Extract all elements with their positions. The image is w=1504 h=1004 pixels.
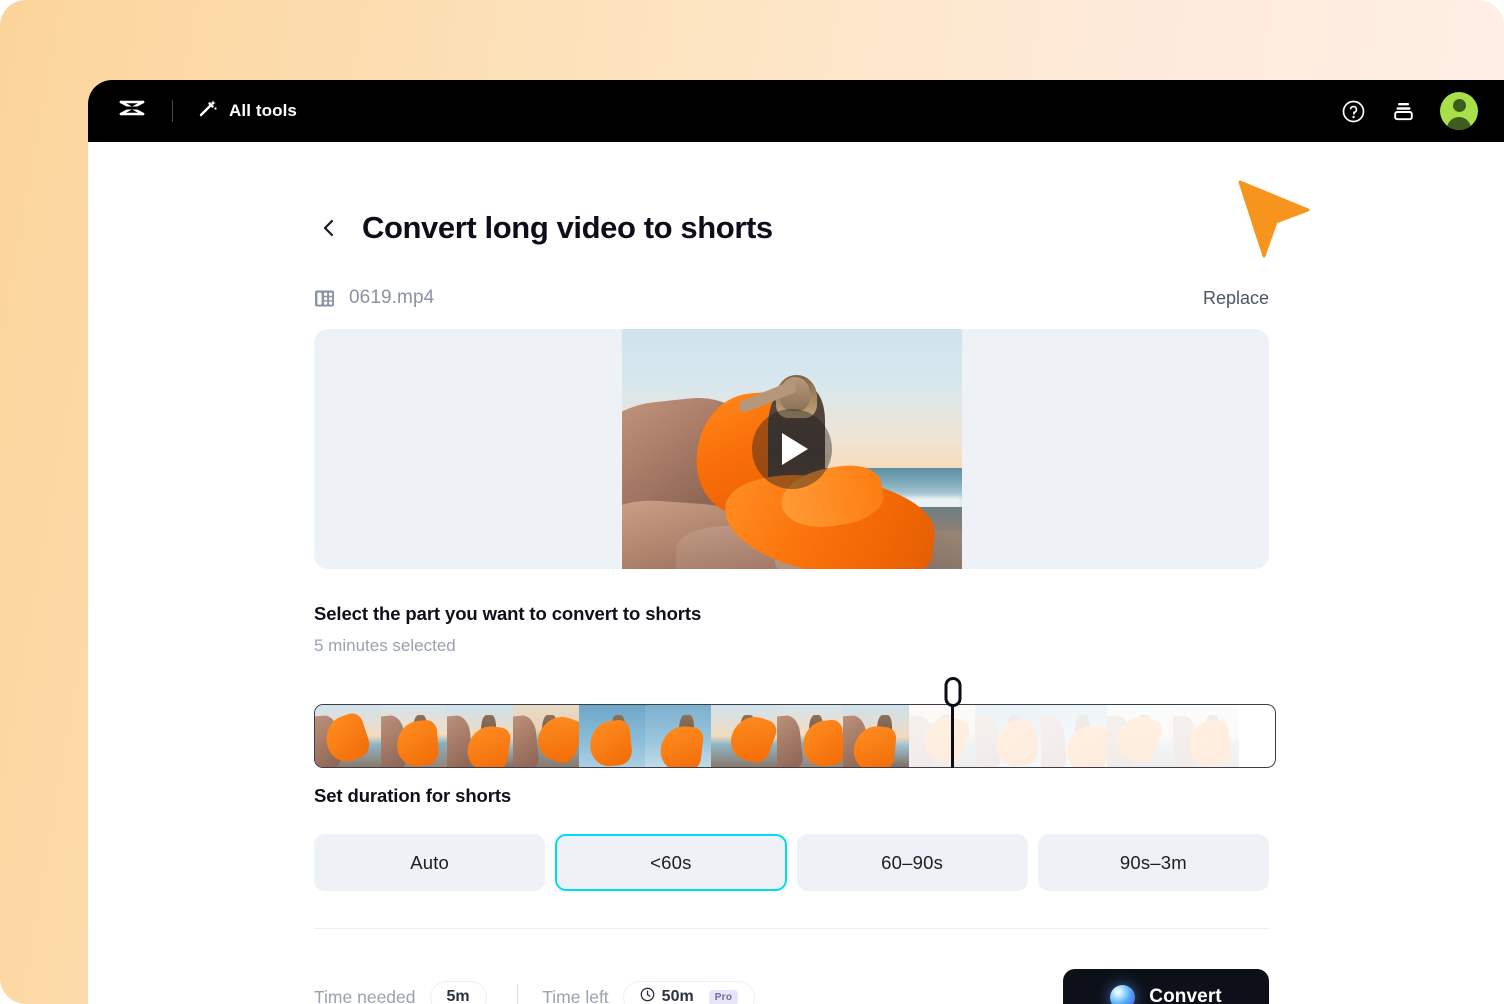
time-needed-label: Time needed — [314, 987, 416, 1004]
replace-button[interactable]: Replace — [1203, 288, 1269, 309]
stack-icon[interactable] — [1390, 98, 1416, 124]
app-window: All tools — [88, 80, 1504, 1004]
timeline-frame — [1173, 705, 1239, 767]
page-title: Convert long video to shorts — [362, 210, 773, 246]
timeline-frame — [447, 705, 513, 767]
timeline-frame — [975, 705, 1041, 767]
timeline-frame — [381, 705, 447, 767]
frame-rock — [1041, 714, 1068, 767]
footer-bar: Time needed 5m Time left 50m Pro — [314, 969, 1269, 1004]
topbar-left-group: All tools — [112, 95, 297, 127]
duration-section: Set duration for shorts Auto<60s60–90s90… — [314, 785, 1269, 891]
timeline-frame — [1041, 705, 1107, 767]
film-strip-icon — [314, 289, 335, 308]
duration-option-0[interactable]: Auto — [314, 834, 545, 891]
topbar-right-group — [1340, 92, 1478, 130]
convert-button-label: Convert — [1149, 986, 1222, 1004]
topbar-divider — [172, 100, 173, 122]
top-navigation-bar: All tools — [88, 80, 1504, 142]
timeline-frame — [1107, 705, 1173, 767]
duration-options: Auto<60s60–90s90s–3m — [314, 834, 1269, 891]
duration-option-2[interactable]: 60–90s — [797, 834, 1028, 891]
frame-rock — [513, 714, 540, 767]
time-left-value: 50m — [662, 988, 694, 1004]
time-needed-value: 5m — [430, 981, 487, 1004]
timeline-frame — [909, 705, 975, 767]
time-left-value-pill: 50m Pro — [623, 981, 756, 1004]
magic-wand-icon — [197, 98, 218, 124]
frame-fabric — [465, 723, 512, 767]
timeline-frame — [513, 705, 579, 767]
help-circle-icon[interactable] — [1340, 98, 1366, 124]
avatar[interactable] — [1440, 92, 1478, 130]
frame-fabric — [587, 719, 632, 767]
timeline-frame — [711, 705, 777, 767]
section-divider — [314, 928, 1269, 929]
chevron-left-icon — [318, 217, 340, 239]
back-button[interactable] — [314, 213, 344, 243]
time-left-label: Time left — [542, 987, 608, 1004]
all-tools-button[interactable]: All tools — [197, 98, 297, 124]
timeline-frame — [843, 705, 909, 767]
select-section-subtitle: 5 minutes selected — [314, 636, 1269, 656]
video-preview-card — [314, 329, 1269, 569]
frame-fabric — [726, 711, 777, 767]
select-section-title: Select the part you want to convert to s… — [314, 603, 1269, 625]
page-header: Convert long video to shorts — [88, 142, 1504, 246]
timeline-frame — [777, 705, 843, 767]
play-button[interactable] — [752, 409, 832, 489]
frame-fabric — [533, 710, 579, 766]
play-icon — [782, 433, 808, 465]
avatar-head — [1453, 99, 1466, 112]
pro-badge: Pro — [709, 990, 739, 1004]
frame-fabric — [658, 724, 704, 767]
frame-fabric — [801, 719, 843, 767]
frame-fabric — [1066, 724, 1107, 767]
playhead-handle[interactable] — [944, 677, 961, 707]
timeline-wrapper — [314, 678, 1269, 768]
file-row: 0619.mp4 Replace — [314, 285, 1269, 311]
timeline-playhead[interactable] — [951, 678, 954, 768]
convert-button[interactable]: Convert — [1063, 969, 1269, 1004]
footer-divider — [517, 984, 519, 1004]
capcut-logo-icon[interactable] — [112, 95, 152, 127]
frame-rock — [777, 714, 804, 767]
file-name: 0619.mp4 — [349, 287, 434, 309]
timeline-frame — [315, 705, 381, 767]
duration-option-3[interactable]: 90s–3m — [1038, 834, 1269, 891]
ai-orb-icon — [1110, 985, 1135, 1004]
main-content: Convert long video to shorts — [88, 142, 1504, 1004]
avatar-body — [1447, 117, 1471, 130]
select-part-section: Select the part you want to convert to s… — [314, 603, 1269, 656]
timeline-frame — [579, 705, 645, 767]
timeline-track[interactable] — [314, 704, 1276, 768]
content-inner: 0619.mp4 Replace — [314, 285, 1269, 1004]
duration-option-1[interactable]: <60s — [555, 834, 786, 891]
all-tools-label: All tools — [229, 101, 297, 121]
video-player[interactable] — [622, 329, 962, 569]
duration-section-title: Set duration for shorts — [314, 785, 1269, 807]
timeline-frame — [645, 705, 711, 767]
clock-icon — [640, 987, 655, 1004]
